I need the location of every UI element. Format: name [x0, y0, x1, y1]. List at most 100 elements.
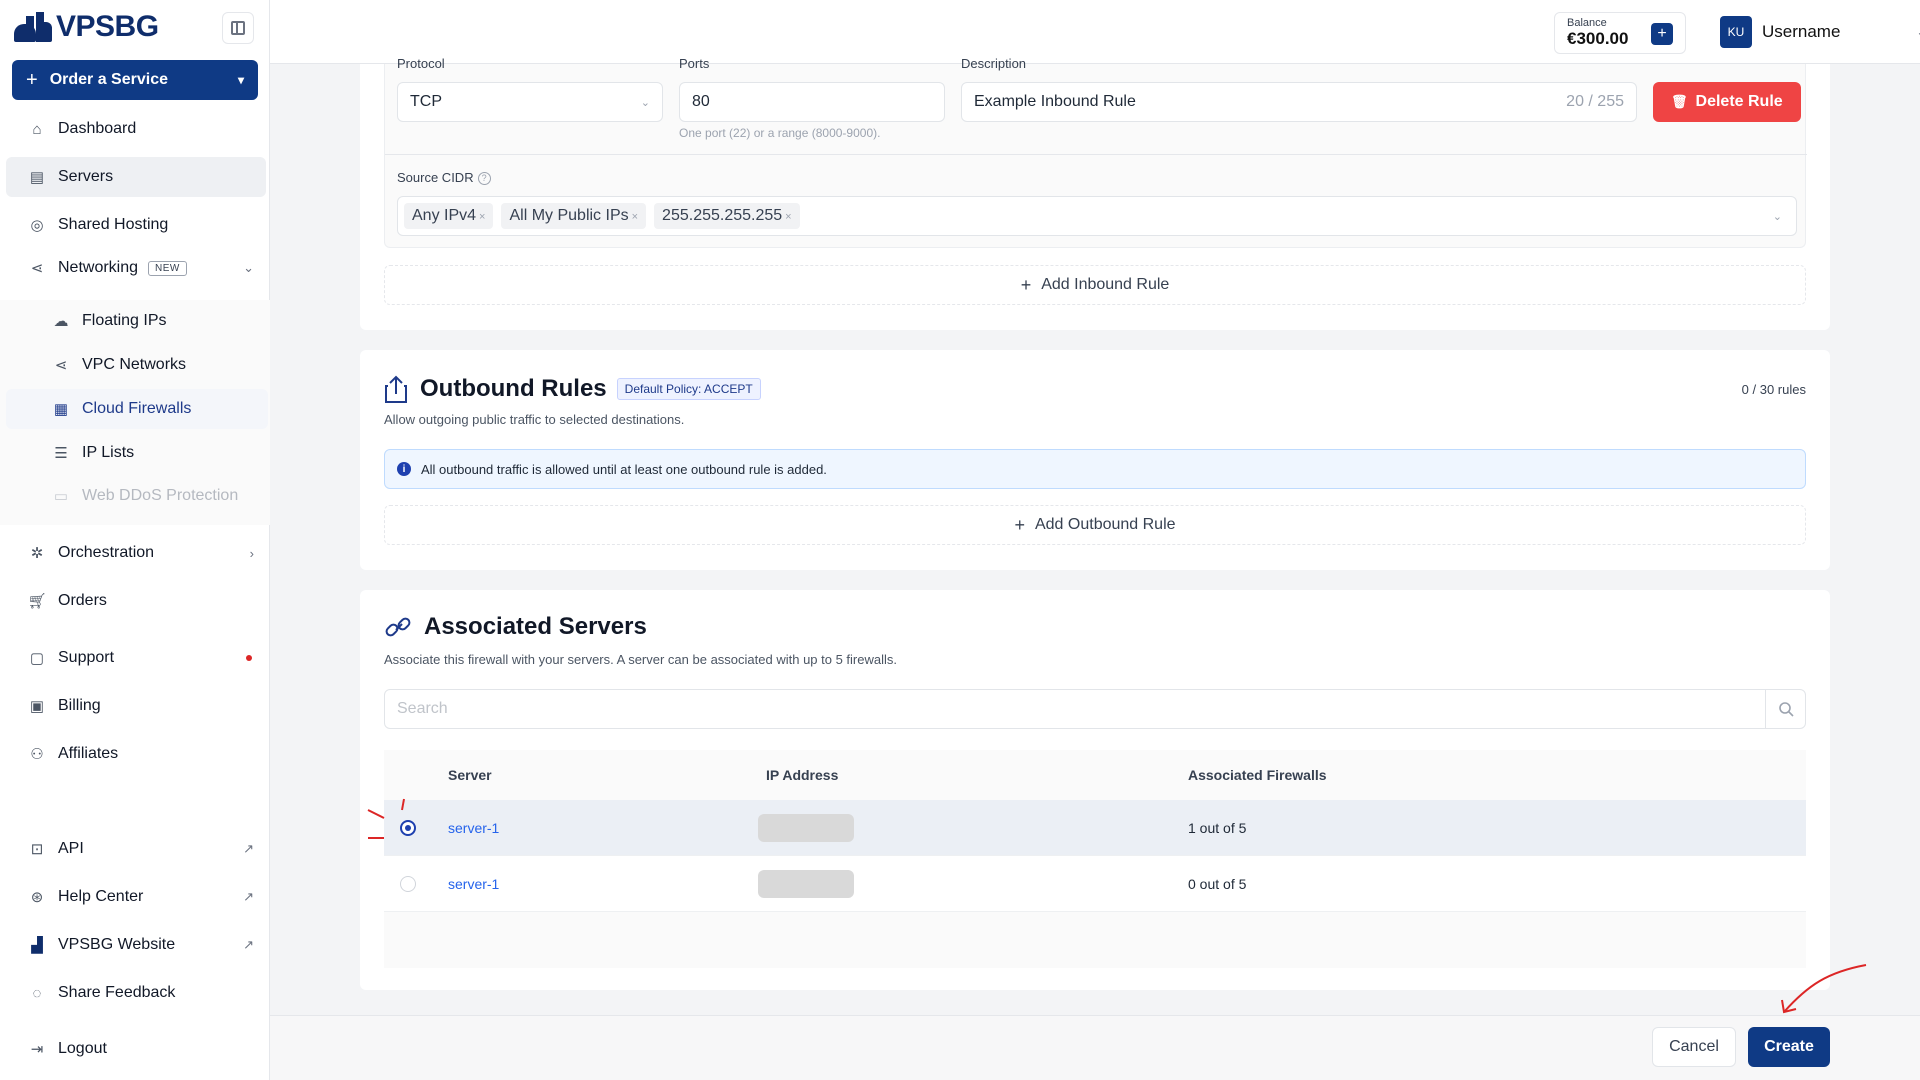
table-row[interactable]: server-1 1 out of 5: [384, 800, 1806, 856]
sidebar-item-floating-ips[interactable]: ☁ Floating IPs: [6, 301, 268, 341]
click-annotation-marks: [367, 798, 405, 839]
sidebar-item-orchestration[interactable]: ✲ Orchestration ›: [6, 533, 266, 573]
link-icon: [385, 617, 411, 637]
sidebar-item-vpsbg-website[interactable]: ▟ VPSBG Website ↗: [6, 925, 266, 965]
chevron-right-icon: ›: [249, 545, 254, 561]
sidebar-item-vpc-networks[interactable]: ⋖ VPC Networks: [6, 345, 268, 385]
share-icon: ⋖: [54, 357, 68, 374]
sidebar-item-label: Support: [58, 649, 115, 666]
feedback-icon: ◌: [32, 984, 42, 1002]
sidebar-item-ip-lists[interactable]: ☰ IP Lists: [6, 433, 268, 473]
table-header: Server IP Address Associated Firewalls: [384, 750, 1806, 800]
sidebar-item-logout[interactable]: ⇥ Logout: [6, 1029, 266, 1069]
sidebar-item-label: VPSBG Website: [58, 936, 176, 953]
remove-tag-icon[interactable]: ×: [479, 211, 485, 223]
add-inbound-rule-label: Add Inbound Rule: [1041, 276, 1170, 293]
search-input[interactable]: Search: [385, 700, 1765, 718]
cidr-tag: 255.255.255.255 ×: [654, 203, 800, 229]
create-button[interactable]: Create: [1748, 1027, 1830, 1067]
sidebar-item-api[interactable]: ⊡ API ↗: [6, 829, 266, 869]
sidebar-item-label: Dashboard: [58, 120, 137, 137]
delete-rule-button[interactable]: 🗑︎ Delete Rule: [1653, 82, 1801, 122]
associated-servers-panel: Associated Servers Associate this firewa…: [360, 590, 1830, 990]
logo-icon: [14, 12, 52, 42]
sidebar-item-label: Billing: [58, 697, 101, 714]
sidebar-item-label: Cloud Firewalls: [82, 400, 192, 417]
inbound-rule-row: Protocol TCP ⌄ Ports 80 One port (22) or …: [384, 56, 1807, 248]
brand-name: VPSBG: [56, 10, 159, 43]
remove-tag-icon[interactable]: ×: [632, 211, 638, 223]
ports-input[interactable]: 80: [679, 82, 945, 122]
plus-icon: +: [1020, 274, 1032, 295]
home-icon: ⌂: [32, 120, 42, 138]
chat-icon: ▢: [29, 650, 45, 667]
protocol-label: Protocol: [397, 56, 445, 71]
sidebar-item-cloud-firewalls[interactable]: ▦ Cloud Firewalls: [6, 389, 268, 429]
chevron-down-icon: ⌄: [1772, 210, 1782, 223]
sidebar-item-label: Orchestration: [58, 544, 155, 561]
table-row[interactable]: server-1 0 out of 5: [384, 856, 1806, 912]
associated-description: Associate this firewall with your server…: [384, 652, 897, 667]
source-cidr-select[interactable]: Any IPv4 × All My Public IPs × 255.255.255…: [397, 196, 1797, 236]
sidebar-item-billing[interactable]: ▣ Billing: [6, 686, 266, 726]
source-cidr-label: Source CIDR: [397, 170, 474, 185]
add-funds-button[interactable]: +: [1651, 23, 1673, 45]
order-service-label: Order a Service: [49, 71, 168, 88]
avatar: KU: [1720, 16, 1752, 48]
sidebar-item-label: Servers: [58, 168, 114, 185]
plus-icon: +: [1014, 514, 1025, 535]
server-link[interactable]: server-1: [448, 820, 499, 836]
sidebar-item-share-feedback[interactable]: ◌ Share Feedback: [6, 973, 266, 1013]
server-link[interactable]: server-1: [448, 876, 499, 892]
ports-hint: One port (22) or a range (8000-9000).: [679, 126, 881, 140]
collapse-sidebar-button[interactable]: [222, 12, 254, 44]
search-button[interactable]: [1765, 690, 1805, 728]
description-value: Example Inbound Rule: [974, 93, 1136, 110]
user-menu[interactable]: KU Username ⌄: [1720, 16, 1920, 48]
ports-value: 80: [692, 93, 710, 110]
trash-icon: 🗑︎: [1671, 94, 1688, 109]
sidebar-item-label: Networking: [58, 259, 139, 276]
sidebar-item-dashboard[interactable]: ⌂ Dashboard: [6, 109, 266, 149]
sidebar-item-shared-hosting[interactable]: ◎ Shared Hosting: [6, 205, 266, 245]
share-icon: ⋖: [30, 260, 44, 277]
sidebar-item-networking[interactable]: ⋖ Networking NEW ⌄: [6, 248, 266, 288]
help-icon[interactable]: ?: [477, 172, 491, 186]
protocol-select[interactable]: TCP ⌄: [397, 82, 663, 122]
sidebar-item-label: Affiliates: [58, 745, 119, 762]
sidebar-item-label: Floating IPs: [82, 312, 167, 329]
window-icon: ▭: [53, 488, 69, 505]
sidebar-item-affiliates[interactable]: ⚇ Affiliates: [6, 734, 266, 774]
server-radio[interactable]: [400, 875, 416, 892]
list-icon: ☰: [54, 445, 68, 462]
sidebar-item-label: Shared Hosting: [58, 216, 169, 233]
upload-icon: [385, 375, 407, 403]
sidebar-item-help-center[interactable]: ⊛ Help Center ↗: [6, 877, 266, 917]
sidebar-item-label: Web DDoS Protection: [82, 487, 239, 504]
sidebar-item-servers[interactable]: ▤ Servers: [6, 157, 266, 197]
sidebar-item-web-ddos-protection: ▭ Web DDoS Protection: [6, 476, 268, 516]
search-icon: [1778, 702, 1794, 717]
brand-logo[interactable]: VPSBG: [14, 10, 159, 44]
add-inbound-rule-button[interactable]: + Add Inbound Rule: [384, 265, 1806, 305]
logo-icon: ▟: [31, 937, 43, 954]
add-outbound-rule-label: Add Outbound Rule: [1034, 516, 1176, 533]
sidebar-item-label: Help Center: [58, 888, 144, 905]
plus-icon: +: [26, 68, 38, 91]
outbound-rules-panel: Outbound Rules Default Policy: ACCEPT 0 …: [360, 350, 1830, 570]
associated-title: Associated Servers: [424, 613, 647, 640]
sidebar-item-support[interactable]: ▢ Support: [6, 638, 266, 678]
policy-badge: Default Policy: ACCEPT: [616, 378, 761, 400]
sidebar-item-orders[interactable]: 🛒︎ Orders: [6, 581, 266, 621]
remove-tag-icon[interactable]: ×: [785, 211, 791, 223]
cancel-button[interactable]: Cancel: [1652, 1027, 1736, 1067]
associated-header: Associated Servers: [384, 612, 647, 642]
character-count: 20 / 255: [1566, 93, 1624, 110]
description-input[interactable]: Example Inbound Rule 20 / 255: [961, 82, 1637, 122]
add-outbound-rule-button[interactable]: + Add Outbound Rule: [384, 505, 1806, 545]
server-search[interactable]: Search: [384, 689, 1806, 729]
cloud-icon: ☁: [53, 313, 69, 330]
column-server: Server: [448, 767, 492, 783]
chevron-down-icon: ▾: [237, 73, 244, 87]
order-service-button[interactable]: + Order a Service ▾: [12, 60, 258, 100]
